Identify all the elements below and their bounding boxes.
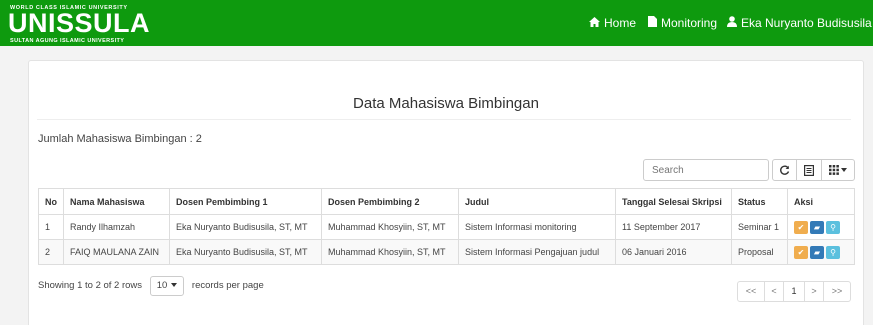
col-header-dosen2[interactable]: Dosen Pembimbing 2 (321, 188, 459, 215)
title-divider (37, 119, 851, 120)
graduate-button[interactable]: ▰ (810, 245, 824, 259)
records-per-page-text: records per page (191, 280, 264, 291)
main-panel: Data Mahasiswa Bimbingan Jumlah Mahasisw… (28, 60, 864, 325)
columns-dropdown-button[interactable] (821, 159, 855, 181)
navbar: WORLD CLASS ISLAMIC UNIVERSITY UNISSULA … (0, 0, 873, 46)
brand-name: UNISSULA (8, 8, 151, 38)
cell-status: Proposal (731, 239, 788, 265)
search-input[interactable] (643, 159, 769, 181)
pager-page-1[interactable]: 1 (783, 281, 805, 302)
page-size-value: 10 (156, 280, 168, 291)
col-header-no[interactable]: No (38, 188, 64, 215)
col-header-aksi: Aksi (787, 188, 855, 215)
nav-user-menu[interactable]: Eka Nuryanto Budisusila (727, 0, 873, 46)
cell-no: 2 (38, 239, 64, 265)
student-table: No Nama Mahasiswa Dosen Pembimbing 1 Dos… (38, 188, 855, 265)
refresh-icon (780, 165, 790, 175)
check-icon: ✔ (797, 222, 805, 232)
search-icon: ⚲ (830, 222, 836, 232)
search-icon: ⚲ (830, 247, 836, 257)
cell-nama: Randy Ilhamzah (63, 214, 170, 240)
file-icon (648, 1, 657, 47)
cell-dosen2: Muhammad Khosyiin, ST, MT (321, 214, 459, 240)
view-button[interactable]: ⚲ (826, 220, 840, 234)
pager-next[interactable]: > (804, 281, 824, 302)
table-header-row: No Nama Mahasiswa Dosen Pembimbing 1 Dos… (38, 188, 855, 215)
table-row: 2 FAIQ MAULANA ZAIN Eka Nuryanto Budisus… (38, 239, 855, 265)
cell-aksi: ✔ ▰ ⚲ (787, 239, 855, 265)
check-icon: ✔ (797, 247, 805, 257)
nav-user-label: Eka Nuryanto Budisusila (741, 16, 872, 30)
nav-monitoring[interactable]: Monitoring (648, 0, 717, 46)
cell-nama: FAIQ MAULANA ZAIN (63, 239, 170, 265)
cell-dosen1: Eka Nuryanto Budisusila, ST, MT (169, 239, 322, 265)
list-icon (804, 164, 815, 176)
pager-first[interactable]: << (737, 281, 765, 302)
cell-aksi: ✔ ▰ ⚲ (787, 214, 855, 240)
cell-status: Seminar 1 (731, 214, 788, 240)
cell-judul: Sistem Informasi Pengajuan judul (458, 239, 616, 265)
graduate-button[interactable]: ▰ (810, 220, 824, 234)
table-row: 1 Randy Ilhamzah Eka Nuryanto Budisusila… (38, 214, 855, 240)
pagination-info: Showing 1 to 2 of 2 rows 10 records per … (38, 276, 264, 296)
view-button[interactable]: ⚲ (826, 245, 840, 259)
pagination: << < 1 > >> (737, 281, 851, 302)
col-header-dosen1[interactable]: Dosen Pembimbing 1 (169, 188, 322, 215)
col-header-judul[interactable]: Judul (458, 188, 616, 215)
graduation-cap-icon: ▰ (813, 222, 821, 232)
refresh-button[interactable] (772, 159, 797, 181)
nav-monitoring-label: Monitoring (661, 16, 718, 30)
pager-last[interactable]: >> (823, 281, 851, 302)
cell-dosen2: Muhammad Khosyiin, ST, MT (321, 239, 459, 265)
cell-tanggal: 11 September 2017 (615, 214, 732, 240)
approve-button[interactable]: ✔ (794, 245, 808, 259)
col-header-status[interactable]: Status (731, 188, 788, 215)
chevron-down-icon (171, 283, 178, 288)
showing-rows-text: Showing 1 to 2 of 2 rows (38, 280, 143, 291)
grid-icon (829, 165, 839, 175)
graduation-cap-icon: ▰ (813, 247, 821, 257)
brand-tagline-bottom: SULTAN AGUNG ISLAMIC UNIVERSITY (10, 38, 125, 44)
pager-prev[interactable]: < (764, 281, 784, 302)
page-size-dropdown[interactable]: 10 (149, 276, 185, 296)
page-title: Data Mahasiswa Bimbingan (353, 95, 539, 112)
cell-no: 1 (38, 214, 64, 240)
student-count: Jumlah Mahasiswa Bimbingan : 2 (38, 133, 202, 145)
home-icon (589, 1, 600, 47)
approve-button[interactable]: ✔ (794, 220, 808, 234)
col-header-nama[interactable]: Nama Mahasiswa (63, 188, 170, 215)
toggle-view-button[interactable] (796, 159, 822, 181)
unissula-logo[interactable]: WORLD CLASS ISLAMIC UNIVERSITY UNISSULA … (8, 4, 158, 44)
nav-home-label: Home (604, 16, 637, 30)
cell-dosen1: Eka Nuryanto Budisusila, ST, MT (169, 214, 322, 240)
cell-judul: Sistem Informasi monitoring (458, 214, 616, 240)
chevron-down-icon (841, 168, 847, 173)
cell-tanggal: 06 Januari 2016 (615, 239, 732, 265)
user-icon (727, 1, 737, 47)
col-header-tanggal[interactable]: Tanggal Selesai Skripsi (615, 188, 732, 215)
nav-home[interactable]: Home (589, 0, 636, 46)
